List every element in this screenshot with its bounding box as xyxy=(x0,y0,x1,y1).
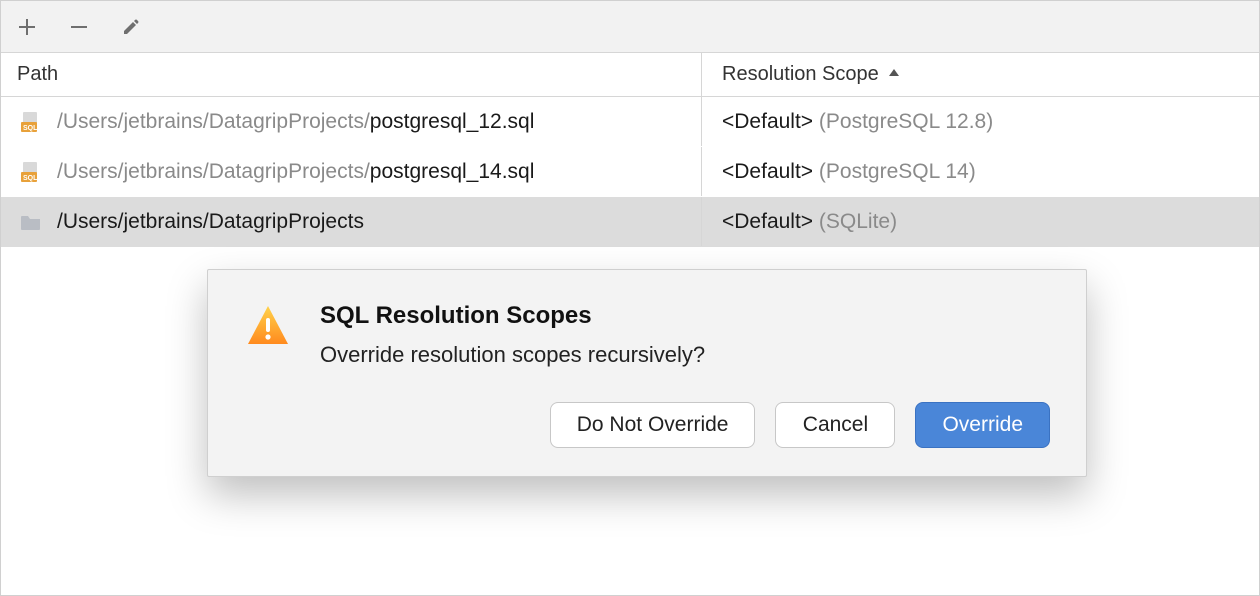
dialog-title: SQL Resolution Scopes xyxy=(320,302,705,330)
remove-button[interactable] xyxy=(65,13,93,41)
sql-file-icon: SQL xyxy=(17,108,45,136)
do-not-override-button[interactable]: Do Not Override xyxy=(550,402,756,448)
edit-button[interactable] xyxy=(117,13,145,41)
sql-file-icon: SQL xyxy=(17,158,45,186)
add-button[interactable] xyxy=(13,13,41,41)
header-scope-label: Resolution Scope xyxy=(722,63,879,86)
svg-text:SQL: SQL xyxy=(23,125,38,132)
table-row[interactable]: SQL /Users/jetbrains/DatagripProjects/po… xyxy=(1,147,1259,197)
scope-text: <Default> (PostgreSQL 12.8) xyxy=(722,110,993,134)
minus-icon xyxy=(69,17,89,37)
pencil-icon xyxy=(121,17,141,37)
scope-text: <Default> (PostgreSQL 14) xyxy=(722,160,976,184)
header-path[interactable]: Path xyxy=(17,63,58,85)
svg-text:SQL: SQL xyxy=(23,175,38,182)
dialog-message: Override resolution scopes recursively? xyxy=(320,342,705,368)
toolbar xyxy=(1,1,1259,53)
path-text: /Users/jetbrains/DatagripProjects/postgr… xyxy=(57,110,534,134)
sort-ascending-icon xyxy=(887,63,901,86)
settings-panel: Path Resolution Scope SQL /Users/jetbrai… xyxy=(0,0,1260,596)
path-text: /Users/jetbrains/DatagripProjects xyxy=(57,210,364,234)
table-row[interactable]: SQL /Users/jetbrains/DatagripProjects/po… xyxy=(1,97,1259,147)
scope-text: <Default> (SQLite) xyxy=(722,210,897,234)
dialog-buttons: Do Not Override Cancel Override xyxy=(244,402,1050,448)
header-scope[interactable]: Resolution Scope xyxy=(701,53,1259,96)
folder-icon xyxy=(17,208,45,236)
table-body: SQL /Users/jetbrains/DatagripProjects/po… xyxy=(1,97,1259,247)
plus-icon xyxy=(17,17,37,37)
warning-icon xyxy=(244,302,292,350)
table-row[interactable]: /Users/jetbrains/DatagripProjects <Defau… xyxy=(1,197,1259,247)
override-button[interactable]: Override xyxy=(915,402,1050,448)
confirmation-dialog: SQL Resolution Scopes Override resolutio… xyxy=(207,269,1087,477)
cancel-button[interactable]: Cancel xyxy=(775,402,895,448)
table-header: Path Resolution Scope xyxy=(1,53,1259,97)
path-text: /Users/jetbrains/DatagripProjects/postgr… xyxy=(57,160,534,184)
